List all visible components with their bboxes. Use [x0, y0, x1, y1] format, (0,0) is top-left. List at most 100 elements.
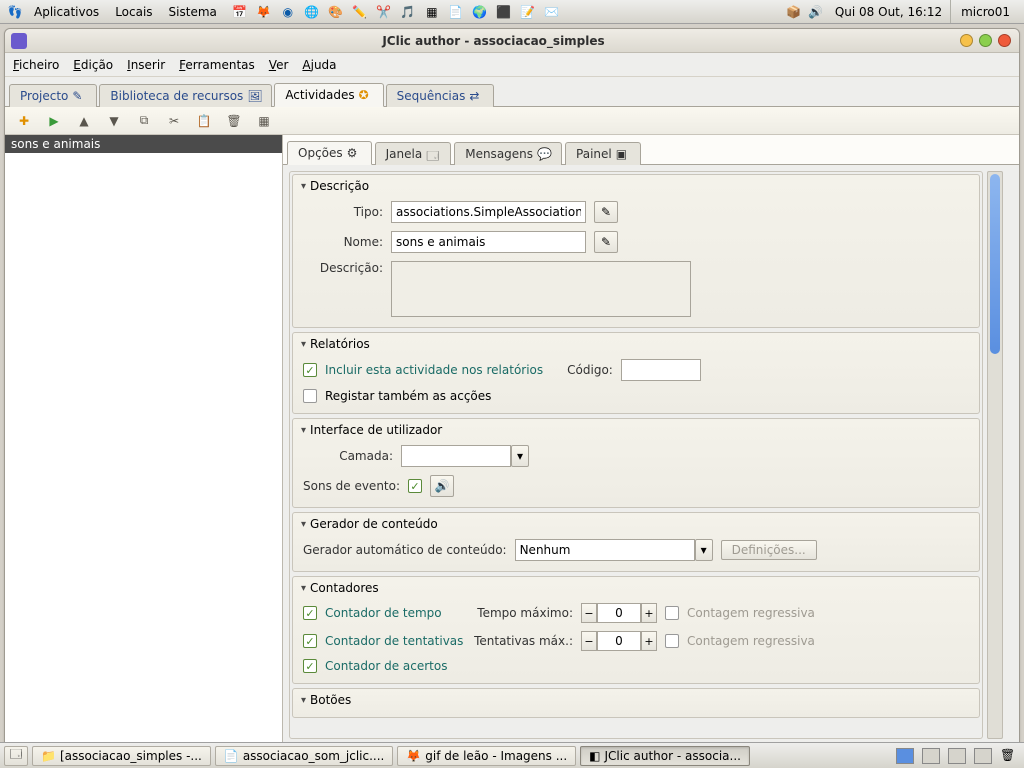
send-icon[interactable]: ✉️: [541, 1, 563, 23]
gerador-dropdown-button[interactable]: ▾: [695, 539, 713, 561]
tentativas-max-value[interactable]: [597, 631, 641, 651]
tab-actividades[interactable]: Actividades✪: [274, 83, 383, 107]
workspace-switcher[interactable]: [948, 748, 966, 764]
tab-biblioteca[interactable]: Biblioteca de recursos🖼: [99, 84, 272, 107]
clock[interactable]: Qui 08 Out, 16:12: [827, 5, 950, 19]
wand-icon[interactable]: ✏️: [349, 1, 371, 23]
trash-icon[interactable]: 🗑: [1000, 748, 1018, 764]
doc-icon[interactable]: 📄: [445, 1, 467, 23]
menu-ficheiro[interactable]: Ficheiro: [13, 58, 59, 72]
sons-checkbox[interactable]: [408, 479, 422, 493]
menu-locais[interactable]: Locais: [107, 3, 160, 21]
regressiva2-checkbox[interactable]: [665, 634, 679, 648]
tab-sequencias[interactable]: Sequências⇄: [386, 84, 495, 107]
increment-button[interactable]: +: [641, 603, 657, 623]
sound-settings-button[interactable]: 🔊: [430, 475, 454, 497]
section-header[interactable]: Relatórios: [293, 333, 979, 355]
increment-button[interactable]: +: [641, 631, 657, 651]
acertos-checkbox[interactable]: [303, 659, 317, 673]
menu-aplicativos[interactable]: Aplicativos: [26, 3, 107, 21]
play-icon[interactable]: ▶: [45, 112, 63, 130]
edit-tipo-button[interactable]: ✎: [594, 201, 618, 223]
grid-icon[interactable]: ▦: [421, 1, 443, 23]
scroll-thumb[interactable]: [990, 174, 1000, 354]
move-down-icon[interactable]: ▼: [105, 112, 123, 130]
tempo-max-label: Tempo máximo:: [473, 606, 573, 620]
tab-projecto[interactable]: Projecto✎: [9, 84, 97, 107]
update-icon[interactable]: 📦: [783, 1, 805, 23]
incluir-checkbox[interactable]: [303, 363, 317, 377]
maximize-button[interactable]: [979, 34, 992, 47]
note-icon[interactable]: 📝: [517, 1, 539, 23]
task-button-active[interactable]: ◧JClic author - associa...: [580, 746, 750, 766]
sub-tabs: Opções⚙ Janela🗔 Mensagens💬 Painel▣: [283, 135, 1019, 165]
section-header[interactable]: Botões: [293, 689, 979, 711]
calendar-icon[interactable]: 📅: [229, 1, 251, 23]
firefox-icon[interactable]: 🦊: [253, 1, 275, 23]
camada-field[interactable]: [401, 445, 511, 467]
task-button[interactable]: 📁[associacao_simples -...: [32, 746, 211, 766]
activities-list[interactable]: sons e animais: [5, 135, 283, 745]
subtab-mensagens[interactable]: Mensagens💬: [454, 142, 562, 165]
titlebar[interactable]: JClic author - associacao_simples: [5, 29, 1019, 53]
new-activity-icon[interactable]: ✚: [15, 112, 33, 130]
menu-ferramentas[interactable]: Ferramentas: [179, 58, 255, 72]
workspace-switcher[interactable]: [896, 748, 914, 764]
document-icon: 📄: [224, 749, 239, 763]
decrement-button[interactable]: −: [581, 631, 597, 651]
codigo-field[interactable]: [621, 359, 701, 381]
tentativas-checkbox[interactable]: [303, 634, 317, 648]
gerador-field[interactable]: [515, 539, 695, 561]
regressiva1-checkbox[interactable]: [665, 606, 679, 620]
tentativas-max-label: Tentativas máx.:: [473, 634, 573, 648]
volume-icon[interactable]: 🔊: [805, 1, 827, 23]
close-button[interactable]: [998, 34, 1011, 47]
tempo-max-value[interactable]: [597, 603, 641, 623]
subtab-opcoes[interactable]: Opções⚙: [287, 141, 372, 165]
copy-icon[interactable]: ⧉: [135, 112, 153, 130]
decrement-button[interactable]: −: [581, 603, 597, 623]
subtab-janela[interactable]: Janela🗔: [375, 142, 452, 165]
scissors-icon[interactable]: ✂️: [373, 1, 395, 23]
task-button[interactable]: 📄associacao_som_jclic....: [215, 746, 393, 766]
gnome-panel: 👣 Aplicativos Locais Sistema 📅 🦊 ◉ 🌐 🎨 ✏…: [0, 0, 1024, 24]
section-header[interactable]: Descrição: [293, 175, 979, 197]
minimize-button[interactable]: [960, 34, 973, 47]
show-desktop-button[interactable]: 🗔: [4, 746, 28, 766]
delete-icon[interactable]: 🗑: [225, 112, 243, 130]
camada-dropdown-button[interactable]: ▾: [511, 445, 529, 467]
vertical-scrollbar[interactable]: [987, 171, 1003, 739]
menu-inserir[interactable]: Inserir: [127, 58, 165, 72]
cut-icon[interactable]: ✂: [165, 112, 183, 130]
paint-icon[interactable]: 🎨: [325, 1, 347, 23]
tentativas-max-stepper[interactable]: − +: [581, 631, 657, 651]
menu-edicao[interactable]: Edição: [73, 58, 113, 72]
menu-sistema[interactable]: Sistema: [161, 3, 225, 21]
hp-icon[interactable]: ◉: [277, 1, 299, 23]
tipo-field[interactable]: [391, 201, 586, 223]
globe-icon[interactable]: 🌐: [301, 1, 323, 23]
grid-settings-icon[interactable]: ▦: [255, 112, 273, 130]
edit-nome-button[interactable]: ✎: [594, 231, 618, 253]
registar-checkbox[interactable]: [303, 389, 317, 403]
tempo-checkbox[interactable]: [303, 606, 317, 620]
workspace-switcher[interactable]: [974, 748, 992, 764]
nome-field[interactable]: [391, 231, 586, 253]
move-up-icon[interactable]: ▲: [75, 112, 93, 130]
workspace-switcher[interactable]: [922, 748, 940, 764]
tempo-max-stepper[interactable]: − +: [581, 603, 657, 623]
section-header[interactable]: Interface de utilizador: [293, 419, 979, 441]
task-button[interactable]: 🦊gif de leão - Imagens ...: [397, 746, 576, 766]
terminal-icon[interactable]: ⬛: [493, 1, 515, 23]
browser-icon[interactable]: 🌍: [469, 1, 491, 23]
menu-ajuda[interactable]: Ajuda: [302, 58, 336, 72]
section-header[interactable]: Contadores: [293, 577, 979, 599]
paste-icon[interactable]: 📋: [195, 112, 213, 130]
section-header[interactable]: Gerador de conteúdo: [293, 513, 979, 535]
music-icon[interactable]: 🎵: [397, 1, 419, 23]
descricao-field[interactable]: [391, 261, 691, 317]
menu-ver[interactable]: Ver: [269, 58, 289, 72]
subtab-painel[interactable]: Painel▣: [565, 142, 641, 165]
user-switcher[interactable]: micro01: [950, 0, 1020, 23]
list-item[interactable]: sons e animais: [5, 135, 282, 153]
